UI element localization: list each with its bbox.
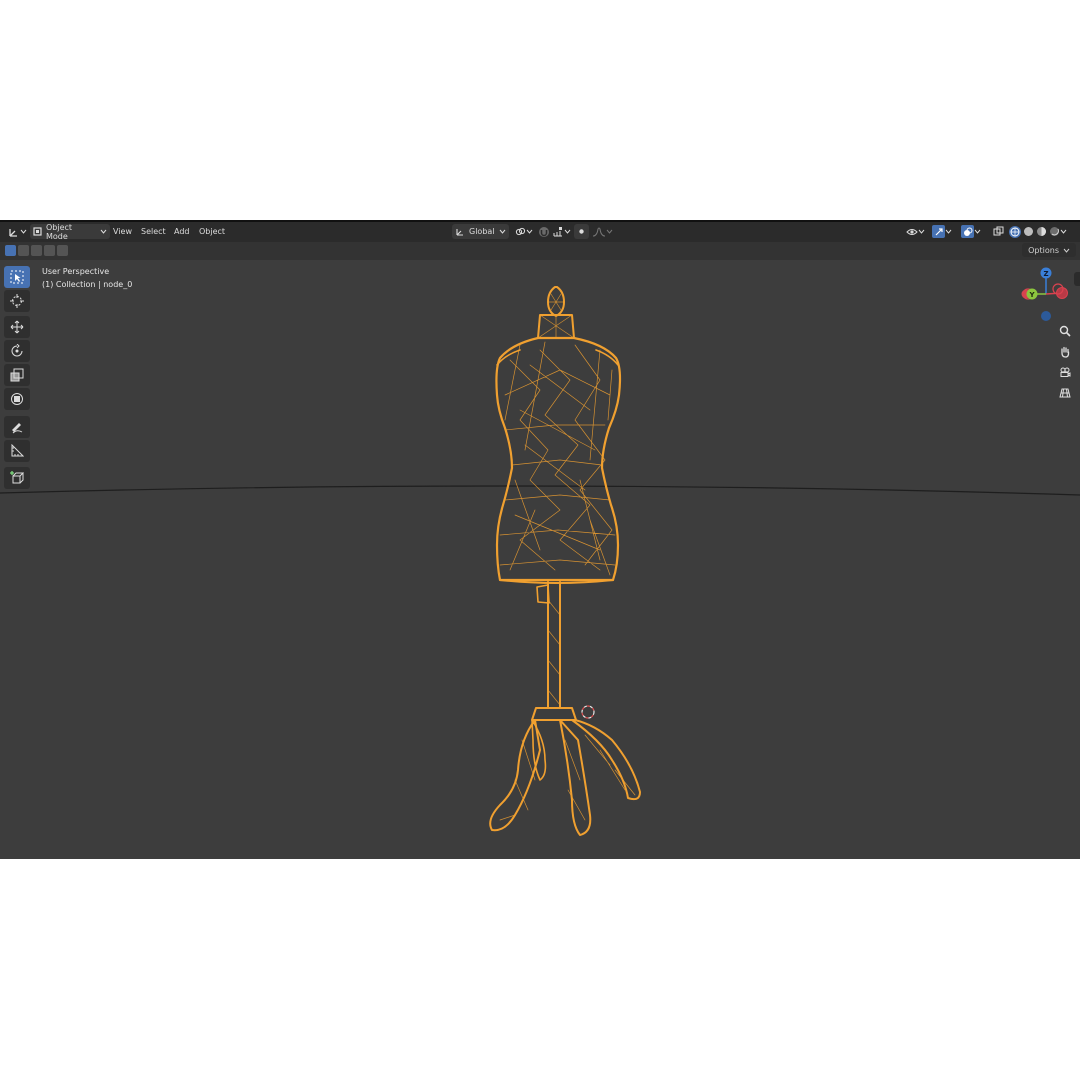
sidebar-toggle-tab[interactable]	[1074, 272, 1080, 286]
mode-label: Object Mode	[46, 222, 73, 241]
hand-icon	[1061, 346, 1070, 358]
chevron-down-icon	[526, 228, 533, 235]
material-shading-icon[interactable]	[1036, 226, 1047, 237]
wireframe-shading-icon[interactable]	[1009, 225, 1021, 238]
pivot-point-button[interactable]	[512, 224, 536, 239]
overlays-toggle[interactable]	[958, 224, 984, 239]
gizmo-toggle[interactable]	[929, 224, 955, 239]
orientation-icon	[455, 227, 465, 237]
menu-view[interactable]: View	[110, 224, 135, 239]
rotate-tool[interactable]	[4, 340, 30, 362]
select-mode-extend-icon[interactable]	[18, 245, 29, 256]
chevron-down-icon	[1060, 228, 1067, 235]
tool-settings-header	[0, 242, 1080, 260]
solid-shading-icon[interactable]	[1023, 226, 1034, 237]
menu-add[interactable]: Add	[171, 224, 193, 239]
navigation-gizmo[interactable]: Y Z	[1018, 264, 1078, 324]
3d-cursor-icon	[10, 294, 24, 308]
visibility-dropdown[interactable]	[903, 224, 928, 239]
gizmo-icon	[932, 225, 945, 238]
select-mode-intersect-icon[interactable]	[57, 245, 68, 256]
grid-perspective-icon	[1059, 388, 1071, 398]
collection-label: (1) Collection | node_0	[42, 280, 133, 289]
zoom-button[interactable]	[1056, 322, 1074, 340]
move-arrows-icon	[10, 320, 24, 334]
scale-tool[interactable]	[4, 364, 30, 386]
camera-view-button[interactable]	[1056, 363, 1074, 381]
transform-tool[interactable]	[4, 388, 30, 410]
axes-icon	[8, 226, 20, 238]
measure-tool[interactable]	[4, 440, 30, 462]
options-dropdown[interactable]: Options	[1022, 243, 1076, 257]
xray-icon	[993, 226, 1004, 237]
snap-increment-icon	[552, 226, 564, 238]
falloff-dropdown[interactable]	[589, 224, 616, 239]
editor-type-button[interactable]	[5, 224, 30, 239]
viewport-header: Object Mode View Select Add Object Globa…	[0, 220, 1080, 242]
magnifier-icon	[1059, 325, 1071, 337]
gizmo-z-label: Z	[1043, 270, 1048, 278]
eye-icon	[906, 227, 918, 237]
viewport-canvas[interactable]	[0, 220, 1080, 859]
transform-icon	[11, 393, 23, 405]
chevron-down-icon	[945, 228, 952, 235]
gizmo-x-positive-icon	[1056, 287, 1068, 299]
blender-window: Object Mode View Select Add Object Globa…	[0, 220, 1080, 859]
chevron-down-icon	[564, 228, 571, 235]
window-border	[0, 220, 1080, 222]
menu-object[interactable]: Object	[196, 224, 228, 239]
gizmo-y-label: Y	[1028, 291, 1035, 299]
pencil-icon	[12, 423, 23, 434]
mode-dropdown[interactable]: Object Mode	[30, 222, 110, 241]
viewport-info-overlay: User Perspective (1) Collection | node_0	[42, 265, 132, 291]
select-box-tool[interactable]	[4, 266, 30, 288]
overlays-icon	[961, 225, 974, 238]
mannequin-wireframe	[489, 286, 641, 836]
select-mode-difference-icon[interactable]	[44, 245, 55, 256]
camera-icon	[1060, 367, 1071, 377]
perspective-label: User Perspective	[42, 267, 110, 276]
menu-select[interactable]: Select	[138, 224, 169, 239]
proportional-editing-toggle[interactable]	[574, 224, 589, 239]
chevron-down-icon	[1063, 247, 1070, 254]
options-label: Options	[1028, 245, 1059, 255]
falloff-curve-icon	[592, 227, 606, 237]
cursor-icon	[10, 270, 24, 284]
pan-button[interactable]	[1056, 343, 1074, 361]
orientation-label: Global	[469, 227, 495, 236]
chevron-down-icon	[974, 228, 981, 235]
ruler-icon	[11, 444, 24, 457]
chevron-down-icon	[918, 228, 925, 235]
rendered-shading-icon[interactable]	[1049, 226, 1060, 237]
annotate-tool[interactable]	[4, 416, 30, 438]
move-tool[interactable]	[4, 316, 30, 338]
select-mode-new-icon[interactable]	[5, 245, 16, 256]
object-mode-icon	[33, 227, 42, 236]
xray-toggle[interactable]	[990, 224, 1007, 239]
chevron-down-icon	[499, 228, 506, 235]
chevron-down-icon	[100, 228, 107, 235]
transform-orientation-dropdown[interactable]: Global	[452, 224, 509, 239]
projection-toggle-button[interactable]	[1056, 384, 1074, 402]
snap-target-dropdown[interactable]	[549, 224, 574, 239]
shading-modes[interactable]	[1006, 224, 1070, 239]
scale-icon	[10, 368, 24, 382]
rotate-icon	[11, 344, 23, 357]
chevron-down-icon	[20, 228, 27, 235]
cursor-tool[interactable]	[4, 290, 30, 312]
3d-cursor	[581, 705, 595, 719]
proportional-dot-icon	[577, 227, 586, 236]
add-cube-icon	[10, 471, 24, 484]
chevron-down-icon	[606, 228, 613, 235]
select-mode-subtract-icon[interactable]	[31, 245, 42, 256]
link-icon	[515, 226, 526, 237]
add-cube-tool[interactable]	[4, 467, 30, 489]
gizmo-z-negative-icon	[1041, 311, 1051, 321]
